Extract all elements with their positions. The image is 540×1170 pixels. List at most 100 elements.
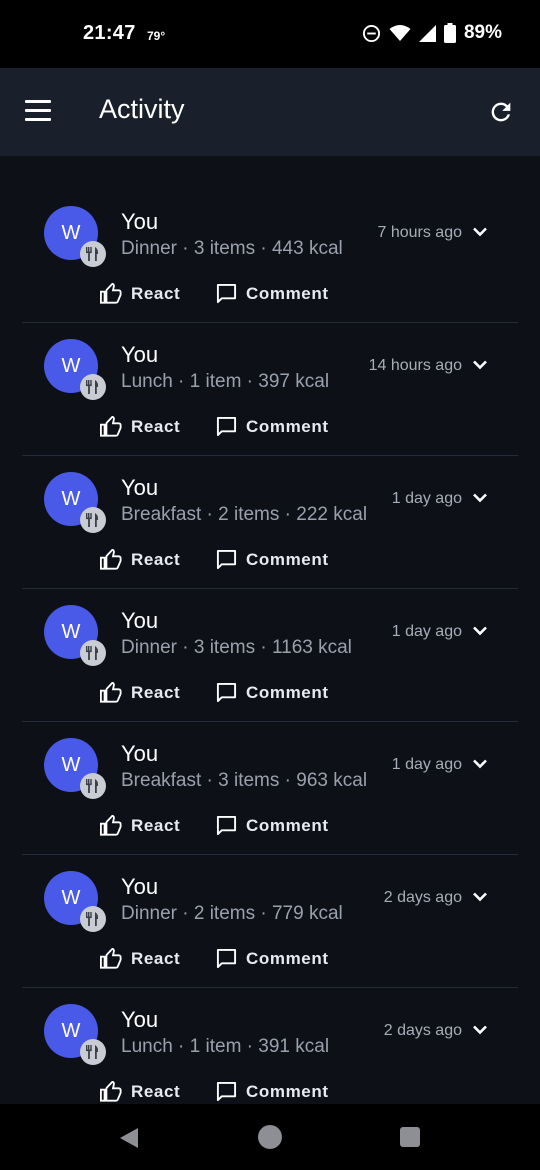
comment-button[interactable]: Comment xyxy=(216,948,329,969)
comment-label: Comment xyxy=(246,815,329,835)
activity-feed: W You Dinner · 3 items · 443 kcal 7 hour… xyxy=(0,190,540,1104)
react-label: React xyxy=(131,948,181,968)
meal-summary: Breakfast · 2 items · 222 kcal xyxy=(121,504,368,525)
chevron-down-icon[interactable] xyxy=(472,891,488,903)
comment-icon xyxy=(216,416,237,437)
timestamp: 2 days ago xyxy=(383,1022,462,1039)
activity-item[interactable]: W You Lunch · 1 item · 391 kcal 2 days a… xyxy=(0,988,540,1104)
comment-label: Comment xyxy=(246,948,329,968)
user-name: You xyxy=(121,1007,159,1032)
user-name: You xyxy=(121,475,159,500)
react-label: React xyxy=(131,682,181,702)
react-label: React xyxy=(131,815,181,835)
react-label: React xyxy=(131,283,181,303)
thumbs-up-icon xyxy=(100,815,122,836)
thumbs-up-icon xyxy=(100,283,122,304)
meal-icon xyxy=(80,906,106,932)
chevron-down-icon[interactable] xyxy=(472,492,488,504)
timestamp: 14 hours ago xyxy=(368,357,462,374)
comment-label: Comment xyxy=(246,283,329,303)
avatar-initial: W xyxy=(61,753,81,776)
comment-button[interactable]: Comment xyxy=(216,815,329,836)
user-name: You xyxy=(121,342,159,367)
activity-item[interactable]: W You Dinner · 3 items · 443 kcal 7 hour… xyxy=(0,190,540,323)
thumbs-up-icon xyxy=(100,1081,122,1102)
react-label: React xyxy=(131,1081,181,1101)
comment-button[interactable]: Comment xyxy=(216,549,329,570)
comment-button[interactable]: Comment xyxy=(216,283,329,304)
wifi-icon xyxy=(389,25,411,41)
comment-icon xyxy=(216,1081,237,1102)
meal-summary: Dinner · 3 items · 443 kcal xyxy=(121,238,343,259)
react-button[interactable]: React xyxy=(100,815,180,836)
react-button[interactable]: React xyxy=(100,1081,180,1102)
thumbs-up-icon xyxy=(100,549,122,570)
react-button[interactable]: React xyxy=(100,416,180,437)
comment-button[interactable]: Comment xyxy=(216,1081,329,1102)
activity-item[interactable]: W You Dinner · 3 items · 1163 kcal 1 day… xyxy=(0,589,540,722)
timestamp: 7 hours ago xyxy=(377,224,462,241)
chevron-down-icon[interactable] xyxy=(472,226,488,238)
timestamp: 1 day ago xyxy=(391,490,462,507)
chevron-down-icon[interactable] xyxy=(472,359,488,371)
comment-label: Comment xyxy=(246,416,329,436)
meal-icon xyxy=(80,1039,106,1065)
meal-icon xyxy=(80,773,106,799)
avatar-initial: W xyxy=(61,886,81,909)
chevron-down-icon[interactable] xyxy=(472,758,488,770)
comment-icon xyxy=(216,283,237,304)
status-time: 21:47 xyxy=(83,22,136,44)
navigation-bar xyxy=(0,1104,540,1170)
meal-summary: Breakfast · 3 items · 963 kcal xyxy=(121,770,368,791)
thumbs-up-icon xyxy=(100,948,122,969)
back-icon[interactable] xyxy=(118,1126,140,1150)
react-label: React xyxy=(131,416,181,436)
comment-icon xyxy=(216,682,237,703)
home-icon[interactable] xyxy=(258,1125,282,1149)
timestamp: 2 days ago xyxy=(383,889,462,906)
activity-item[interactable]: W You Breakfast · 3 items · 963 kcal 1 d… xyxy=(0,722,540,855)
meal-summary: Dinner · 3 items · 1163 kcal xyxy=(121,637,352,658)
meal-icon xyxy=(80,507,106,533)
status-bar: 21:47 79° 89% xyxy=(0,0,540,68)
battery-percentage: 89% xyxy=(463,22,502,43)
thumbs-up-icon xyxy=(100,416,122,437)
react-button[interactable]: React xyxy=(100,549,180,570)
avatar-initial: W xyxy=(61,354,81,377)
meal-summary: Lunch · 1 item · 397 kcal xyxy=(121,371,330,392)
battery-icon xyxy=(443,23,456,43)
refresh-icon[interactable] xyxy=(487,98,515,126)
avatar-initial: W xyxy=(61,487,81,510)
comment-label: Comment xyxy=(246,1081,329,1101)
user-name: You xyxy=(121,741,159,766)
react-button[interactable]: React xyxy=(100,682,180,703)
comment-label: Comment xyxy=(246,682,329,702)
meal-icon xyxy=(80,374,106,400)
activity-item[interactable]: W You Dinner · 2 items · 779 kcal 2 days… xyxy=(0,855,540,988)
activity-item[interactable]: W You Lunch · 1 item · 397 kcal 14 hours… xyxy=(0,323,540,456)
chevron-down-icon[interactable] xyxy=(472,625,488,637)
recents-icon[interactable] xyxy=(400,1127,420,1147)
comment-icon xyxy=(216,948,237,969)
timestamp: 1 day ago xyxy=(391,756,462,773)
chevron-down-icon[interactable] xyxy=(472,1024,488,1036)
comment-label: Comment xyxy=(246,549,329,569)
react-button[interactable]: React xyxy=(100,283,180,304)
signal-icon xyxy=(418,24,436,42)
meal-icon xyxy=(80,640,106,666)
user-name: You xyxy=(121,209,159,234)
comment-button[interactable]: Comment xyxy=(216,682,329,703)
comment-button[interactable]: Comment xyxy=(216,416,329,437)
activity-item[interactable]: W You Breakfast · 2 items · 222 kcal 1 d… xyxy=(0,456,540,589)
comment-icon xyxy=(216,815,237,836)
do-not-disturb-icon xyxy=(362,24,381,42)
app-bar: Activity xyxy=(0,68,540,156)
user-name: You xyxy=(121,874,159,899)
react-button[interactable]: React xyxy=(100,948,180,969)
avatar-initial: W xyxy=(61,1019,81,1042)
hamburger-menu-icon[interactable] xyxy=(25,100,51,122)
thumbs-up-icon xyxy=(100,682,122,703)
react-label: React xyxy=(131,549,181,569)
status-temperature: 79° xyxy=(147,29,166,43)
comment-icon xyxy=(216,549,237,570)
